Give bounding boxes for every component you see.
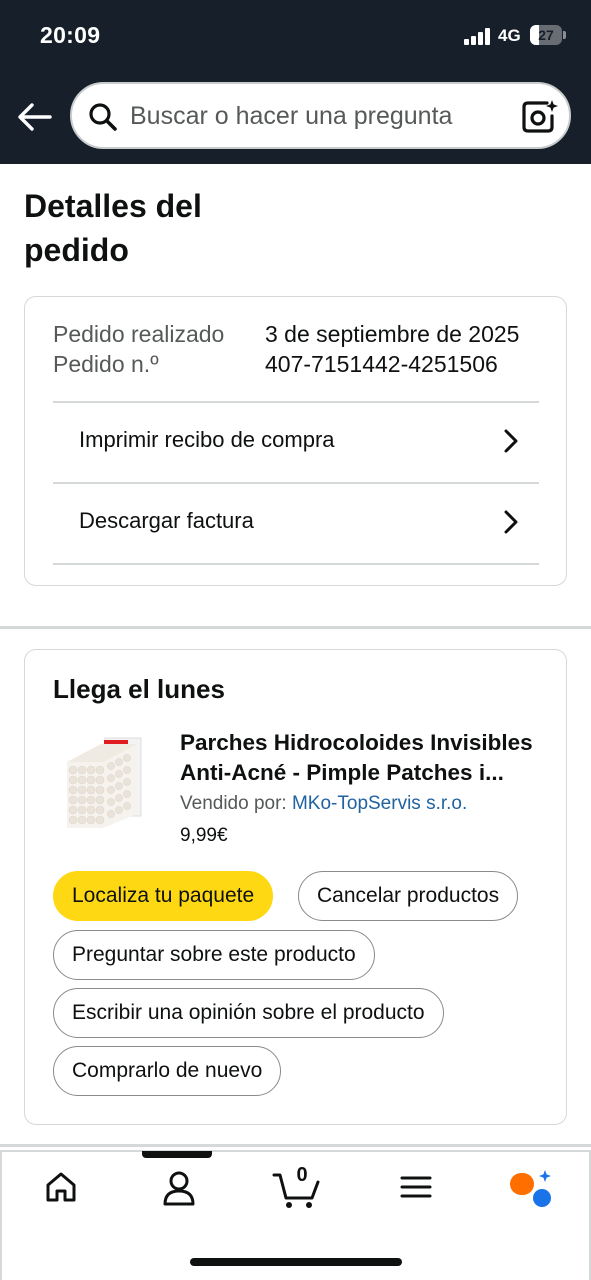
track-package-button[interactable]: Localiza tu paquete [53,871,274,921]
search-icon [89,103,117,131]
cart-count-badge: 0 [296,1164,308,1186]
section-divider [0,626,591,629]
search-bar[interactable] [70,82,571,149]
camera-search-icon[interactable] [520,98,558,134]
active-tab-indicator [142,1151,212,1158]
network-type: 4G [498,26,521,45]
order-number-label: Pedido n.º [53,351,159,377]
battery-icon: 27 [530,25,566,45]
shipment-card: Llega el lunes Parches Hidrocoloides Inv… [24,649,567,1125]
product-image[interactable] [63,732,145,828]
signal-icon [464,27,492,45]
menu-icon[interactable] [399,1170,459,1214]
seller-link[interactable]: MKo-TopServis s.r.o. [292,793,467,814]
print-receipt-link[interactable]: Imprimir recibo de compra [53,402,539,482]
section-divider [0,1144,591,1147]
download-invoice-link[interactable]: Descargar factura [53,483,539,563]
order-date-value: 3 de septiembre de 2025 [265,321,520,347]
download-invoice-label: Descargar factura [79,508,254,533]
page-title: Detalles del pedido [24,188,202,268]
battery-level: 27 [538,27,554,43]
order-date-label: Pedido realizado [53,321,225,347]
rufus-assistant-icon[interactable] [510,1170,570,1214]
divider [53,563,539,565]
seller-label: Vendido por: [180,793,287,814]
back-arrow-icon[interactable] [14,97,56,137]
product-price: 9,99€ [180,825,228,846]
buy-again-button[interactable]: Comprarlo de nuevo [53,1046,282,1096]
search-input[interactable] [130,96,510,136]
account-icon[interactable] [162,1170,222,1214]
product-title[interactable]: Parches Hidrocoloides Invisibles Anti-Ac… [180,728,550,788]
arrival-heading: Llega el lunes [53,674,225,704]
status-bar: 20:09 4G 27 [0,0,591,74]
ask-product-question-button[interactable]: Preguntar sobre este producto [53,930,375,980]
app-header: 20:09 4G 27 [0,0,591,164]
order-number-value: 407-7151442-4251506 [265,351,498,377]
cart-icon[interactable]: 0 [272,1164,332,1214]
home-icon[interactable] [44,1170,104,1214]
chevron-right-icon [504,429,518,453]
order-info-card: Pedido realizado 3 de septiembre de 2025… [24,296,567,586]
status-time: 20:09 [40,22,101,48]
seller-line: Vendido por: MKo-TopServis s.r.o. [180,793,467,815]
home-indicator [190,1258,402,1266]
print-receipt-label: Imprimir recibo de compra [79,427,335,452]
chevron-right-icon [504,510,518,534]
write-review-button[interactable]: Escribir una opinión sobre el producto [53,988,444,1038]
cancel-items-button[interactable]: Cancelar productos [298,871,519,921]
